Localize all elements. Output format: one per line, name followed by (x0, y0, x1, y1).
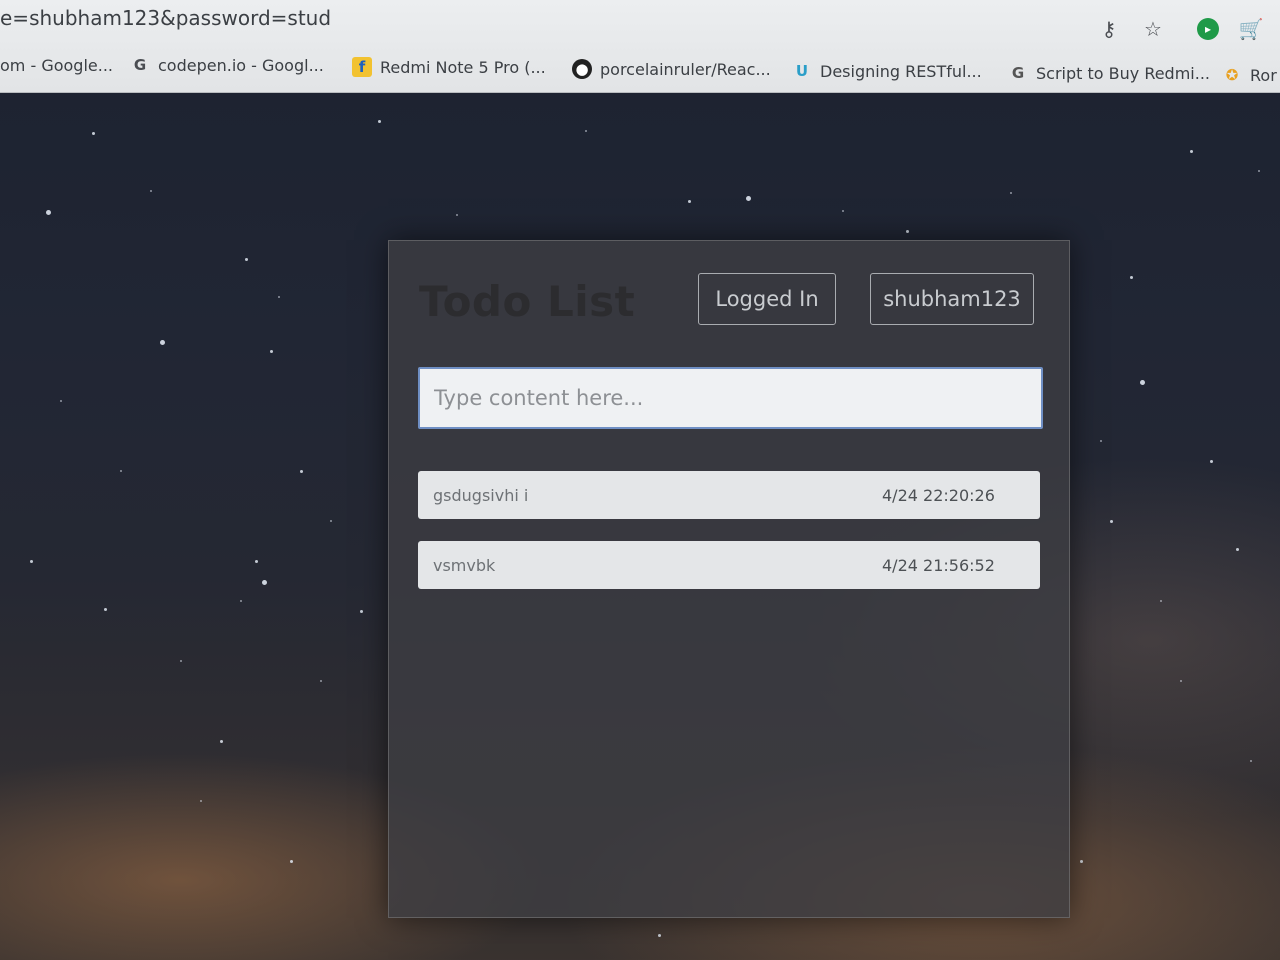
todo-timestamp: 4/24 22:20:26 (882, 485, 995, 505)
todo-item[interactable]: gsdugsivhi i 4/24 22:20:26 (418, 471, 1040, 519)
username-button[interactable]: shubham123 (870, 273, 1034, 325)
todo-content-input[interactable] (418, 367, 1043, 429)
bookmark-label: porcelainruler/Reac... (600, 59, 771, 79)
bookmark-label: om - Google... (0, 55, 113, 75)
bookmark-item[interactable]: G codepen.io - Googl... (130, 52, 324, 78)
bookmarks-bar: om - Google... G codepen.io - Googl... f… (0, 46, 1280, 86)
logged-in-button[interactable]: Logged In (698, 273, 836, 325)
bookmark-item[interactable]: ✪ Ror (1222, 62, 1277, 88)
udacity-icon: U (795, 62, 809, 80)
bookmark-label: codepen.io - Googl... (158, 55, 324, 75)
bookmark-item[interactable]: ● porcelainruler/Reac... (572, 56, 771, 82)
browser-chrome: e=shubham123&password=stud ⚷ ☆ ▸ 🛒 om - … (0, 0, 1280, 93)
bookmark-item[interactable]: U Designing RESTful... (792, 58, 982, 84)
todo-panel: Todo List Logged In shubham123 gsdugsivh… (388, 240, 1070, 918)
bookmark-item[interactable]: f Redmi Note 5 Pro (... (352, 54, 546, 80)
bookmark-label: Script to Buy Redmi... (1036, 63, 1210, 83)
bookmark-item[interactable]: om - Google... (0, 52, 113, 78)
address-bar[interactable]: e=shubham123&password=stud ⚷ ☆ ▸ 🛒 (0, 0, 1280, 42)
bookmark-item[interactable]: G Script to Buy Redmi... (1008, 60, 1210, 86)
todo-item[interactable]: vsmvbk 4/24 21:56:52 (418, 541, 1040, 589)
bookmark-icon: ✪ (1225, 66, 1239, 84)
google-icon: G (133, 56, 147, 74)
flipkart-icon: f (352, 57, 372, 77)
bookmark-label: Redmi Note 5 Pro (... (380, 57, 546, 77)
script-icon: G (1011, 64, 1025, 82)
github-icon: ● (572, 59, 592, 79)
page-title: Todo List (419, 277, 636, 326)
bookmark-label: Designing RESTful... (820, 61, 982, 81)
todo-timestamp: 4/24 21:56:52 (882, 555, 995, 575)
extension-icon[interactable]: ▸ (1195, 16, 1221, 42)
key-icon[interactable]: ⚷ (1096, 16, 1122, 42)
cart-icon[interactable]: 🛒 (1238, 16, 1264, 42)
star-icon[interactable]: ☆ (1140, 16, 1166, 42)
todo-text: vsmvbk (433, 555, 496, 575)
url-text[interactable]: e=shubham123&password=stud (0, 6, 331, 30)
bookmark-label: Ror (1250, 65, 1277, 85)
todo-text: gsdugsivhi i (433, 485, 529, 505)
